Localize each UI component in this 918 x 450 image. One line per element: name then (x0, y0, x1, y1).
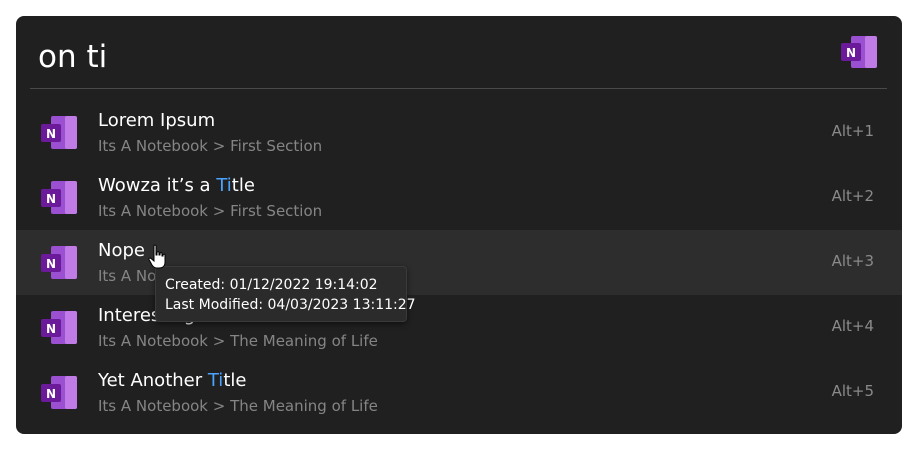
launcher-panel: N N Lorem Ipsum Its A Notebook > First S… (16, 16, 902, 434)
onenote-icon: N (41, 376, 77, 409)
match-highlight: Ti (216, 175, 232, 196)
result-shortcut: Alt+4 (831, 317, 874, 335)
result-shortcut: Alt+3 (831, 252, 874, 270)
onenote-icon: N (41, 116, 77, 149)
result-shortcut: Alt+1 (831, 122, 874, 140)
svg-text:N: N (46, 387, 56, 401)
result-shortcut: Alt+5 (831, 382, 874, 400)
result-row[interactable]: N Yet Another Title Its A Notebook > The… (16, 360, 902, 425)
svg-text:N: N (846, 46, 856, 60)
result-title: Lorem Ipsum (98, 110, 216, 131)
tooltip: Created: 01/12/2022 19:14:02 Last Modifi… (155, 266, 416, 322)
result-path: Its A Notebook > First Section (98, 202, 323, 220)
result-title: Yet Another Title (98, 370, 247, 391)
tooltip-created: Created: 01/12/2022 19:14:02 (165, 277, 378, 293)
match-highlight: Ti (207, 370, 224, 391)
onenote-icon: N (41, 181, 77, 214)
result-title: Wowza it’s a Title (98, 175, 255, 196)
tooltip-modified: Last Modified: 04/03/2023 13:11:27 (165, 297, 416, 313)
result-path: Its A Notebook > The Meaning of Life (98, 332, 378, 350)
onenote-icon: N (41, 246, 77, 279)
result-path: Its A Notebook > The Meaning of Life (98, 397, 378, 415)
onenote-icon: N (41, 311, 77, 344)
result-row[interactable]: N Wowza it’s a Title Its A Notebook > Fi… (16, 165, 902, 230)
search-bar: N (16, 16, 902, 88)
svg-text:N: N (46, 192, 56, 206)
svg-text:N: N (46, 127, 56, 141)
divider (30, 88, 887, 89)
hand-cursor-icon (148, 244, 166, 269)
result-shortcut: Alt+2 (831, 187, 874, 205)
result-path: Its A Notebook > First Section (98, 137, 323, 155)
svg-text:N: N (46, 322, 56, 336)
result-row[interactable]: N Lorem Ipsum Its A Notebook > First Sec… (16, 100, 902, 165)
search-input[interactable] (38, 36, 738, 78)
result-row[interactable]: N Interesting Title Its A Notebook > The… (16, 295, 902, 360)
svg-text:N: N (46, 257, 56, 271)
onenote-icon: N (841, 36, 877, 68)
result-title: Nope (98, 240, 145, 261)
